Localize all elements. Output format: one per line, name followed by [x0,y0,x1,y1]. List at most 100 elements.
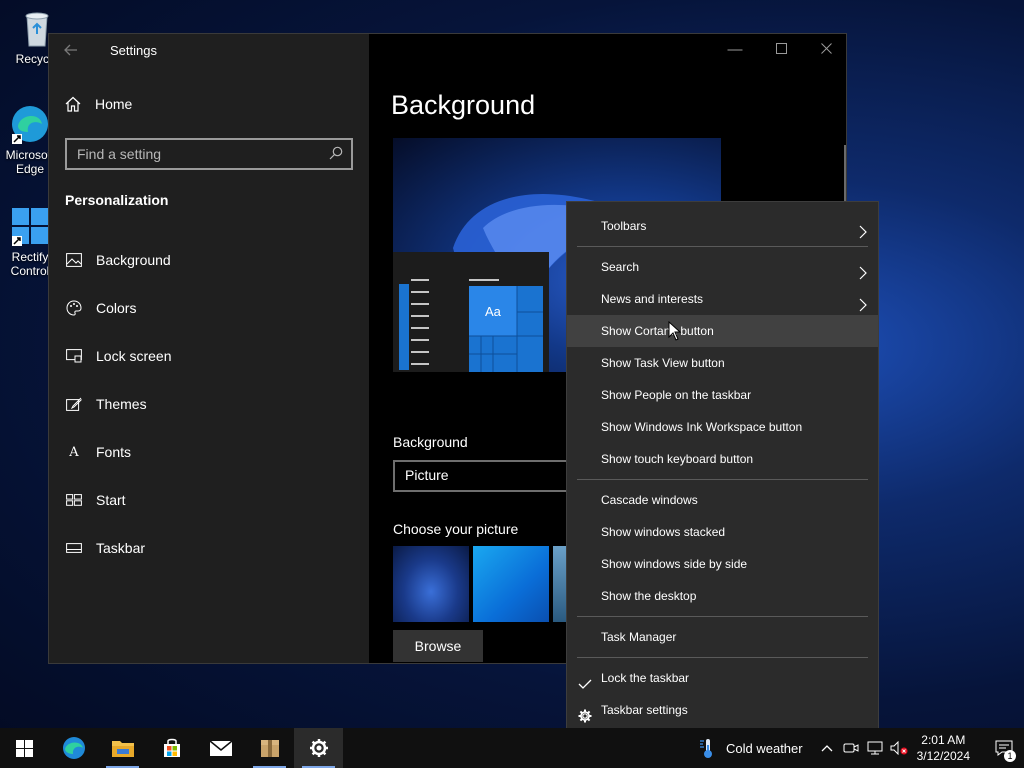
edge-icon [62,737,85,759]
font-icon: A [69,444,79,460]
nav-label: Taskbar [96,540,146,556]
system-tray: Cold weather 2:01 AM 3/12/2024 1 [692,728,1024,768]
menu-item-taskbar-settings[interactable]: Taskbar settings [567,694,878,726]
volume-muted-icon[interactable] [887,728,911,768]
menu-item-task-manager[interactable]: Task Manager [567,621,878,653]
nav-item-fonts[interactable]: A Fonts [49,428,369,476]
close-button[interactable] [803,34,849,66]
picture-thumbnail[interactable] [393,546,469,622]
content-scrollbar[interactable] [844,145,846,205]
taskbar-mail[interactable] [196,728,245,768]
nav-label: Background [96,252,171,268]
back-arrow-icon[interactable] [63,42,83,58]
background-type-select[interactable]: Picture [393,460,583,492]
menu-item-label: Search [601,260,640,274]
thermometer-icon [700,739,712,758]
start-button[interactable] [0,728,49,768]
background-label: Background [393,434,468,450]
nav-item-start[interactable]: Start [49,476,369,524]
picture-thumbnail[interactable] [553,546,567,622]
checkmark-icon [578,671,592,689]
chevron-right-icon [858,292,868,312]
menu-item-label: Lock the taskbar [601,671,690,685]
nav-item-colors[interactable]: Colors [49,284,369,332]
minimize-button[interactable]: ― [712,34,758,66]
menu-item-search[interactable]: Search [567,251,878,283]
store-icon [163,738,180,757]
chevron-right-icon [858,219,868,239]
package-icon [260,740,279,757]
menu-item-label: News and interests [601,292,704,306]
menu-item-cascade-windows[interactable]: Cascade windows [567,484,878,516]
menu-item-show-ink-workspace[interactable]: Show Windows Ink Workspace button [567,411,878,443]
mail-icon [209,740,232,756]
taskbar-edge[interactable] [49,728,98,768]
picture-thumbnails [393,546,571,622]
settings-nav: Background Colors Lock screen Themes A F… [49,236,369,572]
search-icon[interactable] [329,146,343,160]
taskbar-file-explorer[interactable] [98,728,147,768]
nav-item-background[interactable]: Background [49,236,369,284]
nav-label: Themes [96,396,147,412]
menu-item-label: Cascade windows [601,493,698,507]
menu-item-lock-taskbar[interactable]: Lock the taskbar [567,662,878,694]
menu-item-label: Show Windows Ink Workspace button [601,420,803,434]
nav-label: Lock screen [96,348,172,364]
gear-icon [309,739,328,757]
menu-item-show-cortana[interactable]: Show Cortana button [567,315,878,347]
taskbar: Cold weather 2:01 AM 3/12/2024 1 [0,728,1024,768]
folder-icon [111,741,134,757]
nav-item-themes[interactable]: Themes [49,380,369,428]
gear-icon [578,703,592,723]
network-icon[interactable] [863,728,887,768]
chevron-up-icon [821,745,833,752]
nav-label: Fonts [96,444,132,460]
start-icon [65,492,83,508]
meet-now-icon[interactable] [839,728,863,768]
nav-item-lock-screen[interactable]: Lock screen [49,332,369,380]
page-title: Background [391,90,536,120]
picture-thumbnail[interactable] [473,546,549,622]
notification-count-badge: 1 [1004,750,1016,762]
taskbar-settings[interactable] [294,728,343,768]
brush-icon [65,396,83,412]
taskbar-context-menu: Toolbars Search News and interests Show … [566,201,879,734]
menu-separator [577,657,868,658]
show-hidden-icons[interactable] [815,728,839,768]
find-setting-input[interactable]: Find a setting [65,138,353,170]
menu-item-label: Taskbar settings [601,703,688,717]
menu-item-show-people[interactable]: Show People on the taskbar [567,379,878,411]
window-title: Settings [110,43,157,58]
menu-item-windows-side-by-side[interactable]: Show windows side by side [567,548,878,580]
menu-item-news-and-interests[interactable]: News and interests [567,283,878,315]
background-type-value: Picture [405,467,449,483]
menu-item-label: Show windows stacked [601,525,726,539]
menu-separator [577,479,868,480]
menu-item-label: Show the desktop [601,589,697,603]
taskbar-store[interactable] [147,728,196,768]
close-icon [820,43,832,54]
search-placeholder: Find a setting [77,146,162,162]
home-link[interactable]: Home [65,96,132,112]
menu-item-label: Show Task View button [601,356,725,370]
weather-text: Cold weather [726,740,803,756]
menu-item-windows-stacked[interactable]: Show windows stacked [567,516,878,548]
menu-item-label: Toolbars [601,219,647,233]
menu-item-show-task-view[interactable]: Show Task View button [567,347,878,379]
browse-button[interactable]: Browse [393,630,483,662]
weather-widget[interactable]: Cold weather [692,728,809,768]
menu-item-label: Show touch keyboard button [601,452,754,466]
clock[interactable]: 2:01 AM 3/12/2024 [917,732,970,764]
nav-item-taskbar[interactable]: Taskbar [49,524,369,572]
menu-item-label: Show windows side by side [601,557,748,571]
menu-item-show-desktop[interactable]: Show the desktop [567,580,878,612]
action-center-button[interactable]: 1 [984,728,1024,768]
menu-item-toolbars[interactable]: Toolbars [567,210,878,242]
windows-tile-icon [10,206,50,246]
taskbar-app[interactable] [245,728,294,768]
menu-separator [577,246,868,247]
maximize-button[interactable] [758,34,804,66]
menu-item-show-touch-keyboard[interactable]: Show touch keyboard button [567,443,878,475]
nav-label: Colors [96,300,137,316]
clock-time: 2:01 AM [921,733,966,747]
